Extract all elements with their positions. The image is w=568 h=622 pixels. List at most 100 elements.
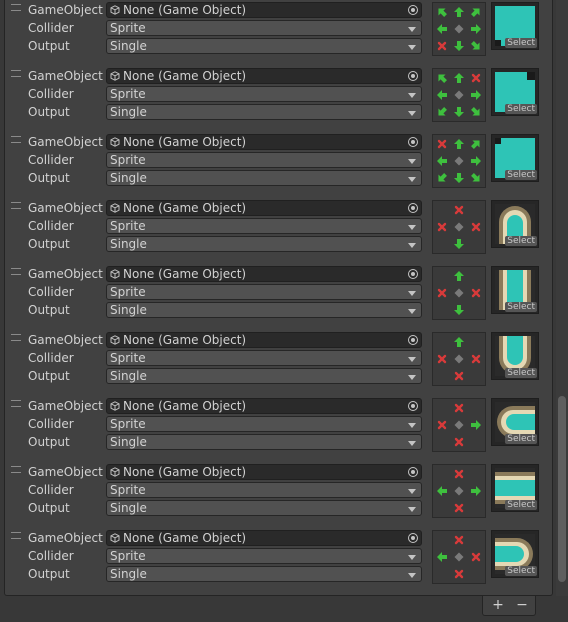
neighbor-bottom-arrow-icon[interactable] [451, 170, 467, 186]
neighbor-bottom-arrow-icon[interactable] [451, 104, 467, 120]
neighbor-right-not-this-icon[interactable] [468, 549, 484, 565]
game-object-field[interactable]: None (Game Object) [106, 530, 422, 546]
select-sprite-button[interactable]: Select [505, 500, 537, 510]
neighbor-top-arrow-icon[interactable] [451, 4, 467, 20]
neighbor-top-left-empty[interactable] [434, 532, 450, 548]
neighbor-bottom-left-arrow-icon[interactable] [434, 104, 450, 120]
game-object-field[interactable]: None (Game Object) [106, 332, 422, 348]
neighbor-right-arrow-icon[interactable] [468, 87, 484, 103]
neighbor-top-not-this-icon[interactable] [451, 400, 467, 416]
drag-handle-icon[interactable] [11, 70, 21, 77]
collider-dropdown[interactable]: Sprite [106, 20, 422, 36]
neighbor-top-left-empty[interactable] [434, 466, 450, 482]
object-picker-icon[interactable] [408, 5, 418, 15]
select-sprite-button[interactable]: Select [505, 104, 537, 114]
select-sprite-button[interactable]: Select [505, 368, 537, 378]
neighbor-left-arrow-icon[interactable] [434, 87, 450, 103]
neighbor-top-right-empty[interactable] [468, 532, 484, 548]
neighbor-grid[interactable] [432, 266, 486, 320]
sprite-preview[interactable]: Select [491, 68, 539, 116]
object-picker-icon[interactable] [408, 335, 418, 345]
neighbor-bottom-not-this-icon[interactable] [451, 368, 467, 384]
neighbor-left-not-this-icon[interactable] [434, 351, 450, 367]
neighbor-top-right-arrow-icon[interactable] [468, 136, 484, 152]
neighbor-top-arrow-icon[interactable] [451, 136, 467, 152]
select-sprite-button[interactable]: Select [505, 170, 537, 180]
neighbor-bottom-right-empty[interactable] [468, 566, 484, 582]
neighbor-left-arrow-icon[interactable] [434, 153, 450, 169]
drag-handle-icon[interactable] [11, 400, 21, 407]
neighbor-top-right-not-this-icon[interactable] [468, 70, 484, 86]
neighbor-bottom-left-empty[interactable] [434, 566, 450, 582]
select-sprite-button[interactable]: Select [505, 38, 537, 48]
game-object-field[interactable]: None (Game Object) [106, 464, 422, 480]
output-dropdown[interactable]: Single [106, 566, 422, 582]
neighbor-top-arrow-icon[interactable] [451, 334, 467, 350]
output-dropdown[interactable]: Single [106, 434, 422, 450]
neighbor-bottom-left-empty[interactable] [434, 236, 450, 252]
neighbor-bottom-right-empty[interactable] [468, 302, 484, 318]
neighbor-bottom-left-empty[interactable] [434, 302, 450, 318]
collider-dropdown[interactable]: Sprite [106, 548, 422, 564]
sprite-preview[interactable]: Select [491, 266, 539, 314]
neighbor-top-left-arrow-icon[interactable] [434, 4, 450, 20]
output-dropdown[interactable]: Single [106, 236, 422, 252]
drag-handle-icon[interactable] [11, 4, 21, 11]
neighbor-top-arrow-icon[interactable] [451, 268, 467, 284]
neighbor-bottom-right-empty[interactable] [468, 368, 484, 384]
neighbor-bottom-right-arrow-icon[interactable] [468, 38, 484, 54]
neighbor-right-arrow-icon[interactable] [468, 153, 484, 169]
neighbor-grid[interactable] [432, 530, 486, 584]
neighbor-bottom-right-arrow-icon[interactable] [468, 104, 484, 120]
neighbor-left-arrow-icon[interactable] [434, 549, 450, 565]
neighbor-grid[interactable] [432, 464, 486, 518]
neighbor-right-not-this-icon[interactable] [468, 285, 484, 301]
neighbor-grid[interactable] [432, 398, 486, 452]
output-dropdown[interactable]: Single [106, 302, 422, 318]
vertical-scrollbar[interactable] [556, 0, 568, 596]
drag-handle-icon[interactable] [11, 202, 21, 209]
neighbor-bottom-not-this-icon[interactable] [451, 434, 467, 450]
neighbor-left-arrow-icon[interactable] [434, 21, 450, 37]
collider-dropdown[interactable]: Sprite [106, 86, 422, 102]
neighbor-top-right-empty[interactable] [468, 202, 484, 218]
select-sprite-button[interactable]: Select [505, 566, 537, 576]
neighbor-top-right-empty[interactable] [468, 400, 484, 416]
neighbor-bottom-not-this-icon[interactable] [451, 500, 467, 516]
select-sprite-button[interactable]: Select [505, 302, 537, 312]
object-picker-icon[interactable] [408, 401, 418, 411]
neighbor-top-not-this-icon[interactable] [451, 466, 467, 482]
object-picker-icon[interactable] [408, 137, 418, 147]
neighbor-top-left-arrow-icon[interactable] [434, 70, 450, 86]
neighbor-top-left-empty[interactable] [434, 268, 450, 284]
output-dropdown[interactable]: Single [106, 170, 422, 186]
neighbor-grid[interactable] [432, 134, 486, 188]
neighbor-grid[interactable] [432, 200, 486, 254]
neighbor-top-left-empty[interactable] [434, 334, 450, 350]
collider-dropdown[interactable]: Sprite [106, 152, 422, 168]
neighbor-right-not-this-icon[interactable] [468, 351, 484, 367]
collider-dropdown[interactable]: Sprite [106, 218, 422, 234]
sprite-preview[interactable]: Select [491, 200, 539, 248]
neighbor-top-right-empty[interactable] [468, 268, 484, 284]
output-dropdown[interactable]: Single [106, 104, 422, 120]
neighbor-top-not-this-icon[interactable] [451, 202, 467, 218]
neighbor-top-not-this-icon[interactable] [451, 532, 467, 548]
remove-rule-button[interactable]: − [512, 596, 532, 614]
drag-handle-icon[interactable] [11, 268, 21, 275]
object-picker-icon[interactable] [408, 269, 418, 279]
select-sprite-button[interactable]: Select [505, 236, 537, 246]
neighbor-bottom-left-arrow-icon[interactable] [434, 170, 450, 186]
game-object-field[interactable]: None (Game Object) [106, 2, 422, 18]
neighbor-top-right-empty[interactable] [468, 466, 484, 482]
neighbor-left-not-this-icon[interactable] [434, 219, 450, 235]
add-rule-button[interactable]: + [488, 596, 508, 614]
neighbor-top-arrow-icon[interactable] [451, 70, 467, 86]
scrollbar-thumb[interactable] [558, 396, 566, 582]
game-object-field[interactable]: None (Game Object) [106, 398, 422, 414]
neighbor-bottom-arrow-icon[interactable] [451, 38, 467, 54]
output-dropdown[interactable]: Single [106, 38, 422, 54]
drag-handle-icon[interactable] [11, 466, 21, 473]
neighbor-bottom-right-empty[interactable] [468, 434, 484, 450]
neighbor-bottom-arrow-icon[interactable] [451, 236, 467, 252]
